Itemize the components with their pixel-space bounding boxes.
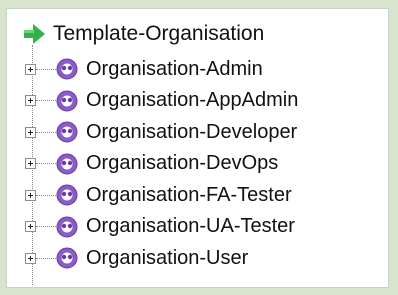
- expand-toggle[interactable]: [25, 95, 36, 106]
- tree-branch-line: [36, 257, 56, 259]
- tree-item[interactable]: Organisation-User: [25, 243, 248, 273]
- tree-branch-line: [36, 226, 56, 227]
- role-group-icon: [56, 58, 78, 80]
- role-group-icon: [56, 247, 78, 269]
- role-group-icon: [56, 216, 78, 237]
- tree-item[interactable]: Organisation-Admin: [25, 54, 263, 84]
- tree-item-label: Organisation-Admin: [86, 57, 263, 80]
- tree-item[interactable]: Organisation-DevOps: [25, 149, 278, 179]
- tree-panel: Template-Organisation Organisation-Admin…: [6, 8, 389, 288]
- window-background: Template-Organisation Organisation-Admin…: [0, 0, 398, 295]
- tree-branch-line: [36, 68, 56, 70]
- role-group-icon: [56, 121, 78, 143]
- expand-toggle[interactable]: [25, 126, 36, 138]
- tree-item-label: Organisation-User: [86, 246, 249, 269]
- tree-branch-line: [36, 194, 56, 196]
- green-arrow-icon: [24, 24, 45, 44]
- tree-branch-line: [36, 100, 56, 101]
- tree-item-label: Organisation-FA-Tester: [86, 183, 292, 206]
- tree-item-label: Organisation-UA-Tester: [86, 215, 295, 237]
- tree-branch-line: [36, 131, 56, 133]
- tree-branch-line: [36, 163, 56, 164]
- expand-toggle[interactable]: [25, 158, 36, 169]
- tree-item[interactable]: Organisation-UA-Tester: [25, 212, 295, 242]
- tree-item-label: Organisation-Developer: [86, 120, 298, 143]
- tree-root-label: Template-Organisation: [53, 22, 265, 45]
- role-group-icon: [56, 153, 78, 174]
- tree-item[interactable]: Organisation-AppAdmin: [25, 86, 298, 116]
- expand-toggle[interactable]: [25, 252, 36, 264]
- tree-item-label: Organisation-AppAdmin: [86, 89, 299, 111]
- tree-root-node[interactable]: Template-Organisation: [21, 19, 264, 49]
- tree-item[interactable]: Organisation-Developer: [25, 117, 297, 147]
- tree-item[interactable]: Organisation-FA-Tester: [25, 180, 292, 210]
- tree-item-label: Organisation-DevOps: [86, 152, 279, 174]
- role-group-icon: [56, 90, 78, 111]
- expand-toggle[interactable]: [25, 189, 36, 201]
- expand-toggle[interactable]: [25, 63, 36, 75]
- role-group-icon: [56, 184, 78, 206]
- expand-toggle[interactable]: [25, 221, 36, 232]
